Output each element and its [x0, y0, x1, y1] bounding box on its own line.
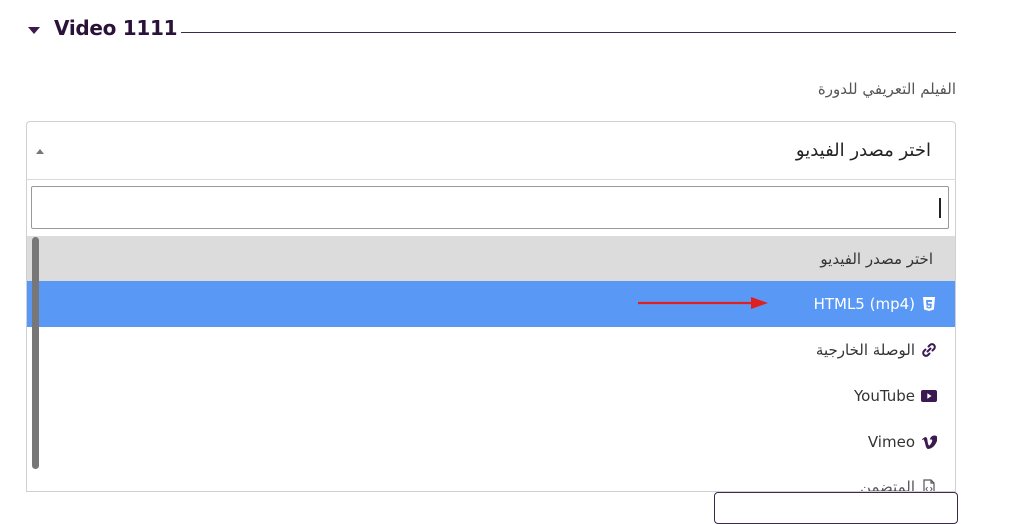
- caret-up-icon: [36, 149, 44, 154]
- option-placeholder[interactable]: اختر مصدر الفيديو: [27, 236, 955, 282]
- option-label: HTML5 (mp4): [813, 295, 915, 313]
- option-vimeo[interactable]: Vimeo: [27, 419, 955, 465]
- dropdown-search-input[interactable]: [32, 187, 948, 228]
- section-divider: [181, 32, 956, 33]
- option-embedded[interactable]: المتضمن: [27, 464, 955, 492]
- option-label: Vimeo: [867, 433, 915, 451]
- vimeo-icon: [921, 434, 937, 450]
- next-field-box[interactable]: [714, 492, 958, 524]
- field-label: الفيلم التعريفي للدورة: [817, 80, 956, 98]
- dropdown-scrollbar[interactable]: [32, 237, 39, 469]
- video-source-select[interactable]: اختر مصدر الفيديو: [26, 121, 956, 180]
- option-html5[interactable]: HTML5 (mp4): [27, 281, 955, 327]
- select-dropdown: اختر مصدر الفيديو HTML5 (mp4) الوصلة الخ…: [26, 179, 956, 492]
- dropdown-search[interactable]: [31, 186, 949, 229]
- caret-down-icon[interactable]: [28, 27, 40, 34]
- annotation-arrow-icon: [638, 297, 768, 309]
- option-label: اختر مصدر الفيديو: [820, 250, 933, 268]
- html5-icon: [921, 296, 937, 312]
- option-external-link[interactable]: الوصلة الخارجية: [27, 327, 955, 373]
- option-youtube[interactable]: YouTube: [27, 373, 955, 419]
- file-code-icon: [921, 479, 937, 491]
- option-label: YouTube: [854, 387, 915, 405]
- select-current-value: اختر مصدر الفيديو: [795, 140, 931, 161]
- option-label: المتضمن: [859, 478, 915, 492]
- text-cursor: [939, 198, 941, 218]
- section-header[interactable]: Video 1111: [26, 14, 956, 44]
- link-icon: [921, 342, 937, 358]
- section-title: Video 1111: [54, 16, 178, 40]
- option-label: الوصلة الخارجية: [815, 341, 915, 359]
- youtube-icon: [921, 388, 937, 404]
